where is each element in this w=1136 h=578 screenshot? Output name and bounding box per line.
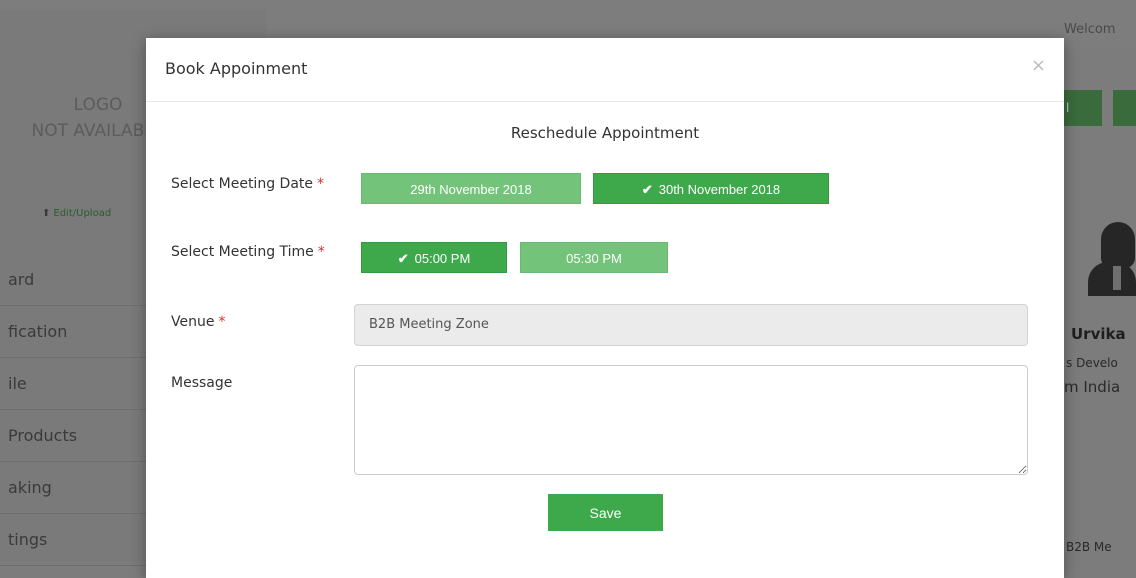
check-icon: ✔ bbox=[641, 182, 653, 197]
avatar-tie-shape bbox=[1113, 266, 1121, 290]
save-button[interactable]: Save bbox=[548, 494, 663, 531]
header-action-button-2[interactable] bbox=[1113, 90, 1136, 126]
time-option-0500[interactable]: ✔ 05:00 PM bbox=[361, 242, 507, 273]
reschedule-heading: Reschedule Appointment bbox=[510, 124, 700, 142]
avatar-body-shape bbox=[1088, 262, 1136, 296]
check-icon: ✔ bbox=[397, 251, 409, 266]
meeting-time-label: Select Meeting Time * bbox=[171, 244, 325, 260]
modal-header: Book Appoinment × bbox=[146, 38, 1064, 102]
close-icon[interactable]: × bbox=[1031, 56, 1046, 76]
date-option-29-nov[interactable]: 29th November 2018 bbox=[361, 173, 581, 204]
upload-icon: ⬆ bbox=[42, 208, 51, 219]
venue-field[interactable]: B2B Meeting Zone bbox=[354, 304, 1028, 346]
required-marker: * bbox=[317, 244, 325, 260]
venue-label: Venue * bbox=[171, 314, 226, 330]
message-label: Message bbox=[171, 375, 233, 391]
message-field[interactable] bbox=[354, 365, 1028, 475]
header-action-button[interactable]: l bbox=[1064, 90, 1102, 126]
meeting-date-label: Select Meeting Date * bbox=[171, 176, 324, 192]
profile-role: s Develo bbox=[1066, 356, 1118, 370]
meeting-zone-text: B2B Me bbox=[1066, 540, 1112, 554]
profile-company: m India bbox=[1064, 378, 1121, 396]
profile-name: Urvika bbox=[1071, 325, 1126, 343]
welcome-text: Welcom bbox=[1064, 22, 1116, 37]
date-option-30-nov[interactable]: ✔ 30th November 2018 bbox=[593, 173, 829, 204]
required-marker: * bbox=[218, 314, 226, 330]
required-marker: * bbox=[317, 176, 324, 192]
time-option-0530[interactable]: 05:30 PM bbox=[520, 242, 668, 273]
edit-upload-link[interactable]: ⬆ Edit/Upload bbox=[42, 208, 111, 219]
modal-title: Book Appoinment bbox=[165, 59, 308, 78]
book-appointment-modal: Book Appoinment × Reschedule Appointment… bbox=[146, 38, 1064, 578]
